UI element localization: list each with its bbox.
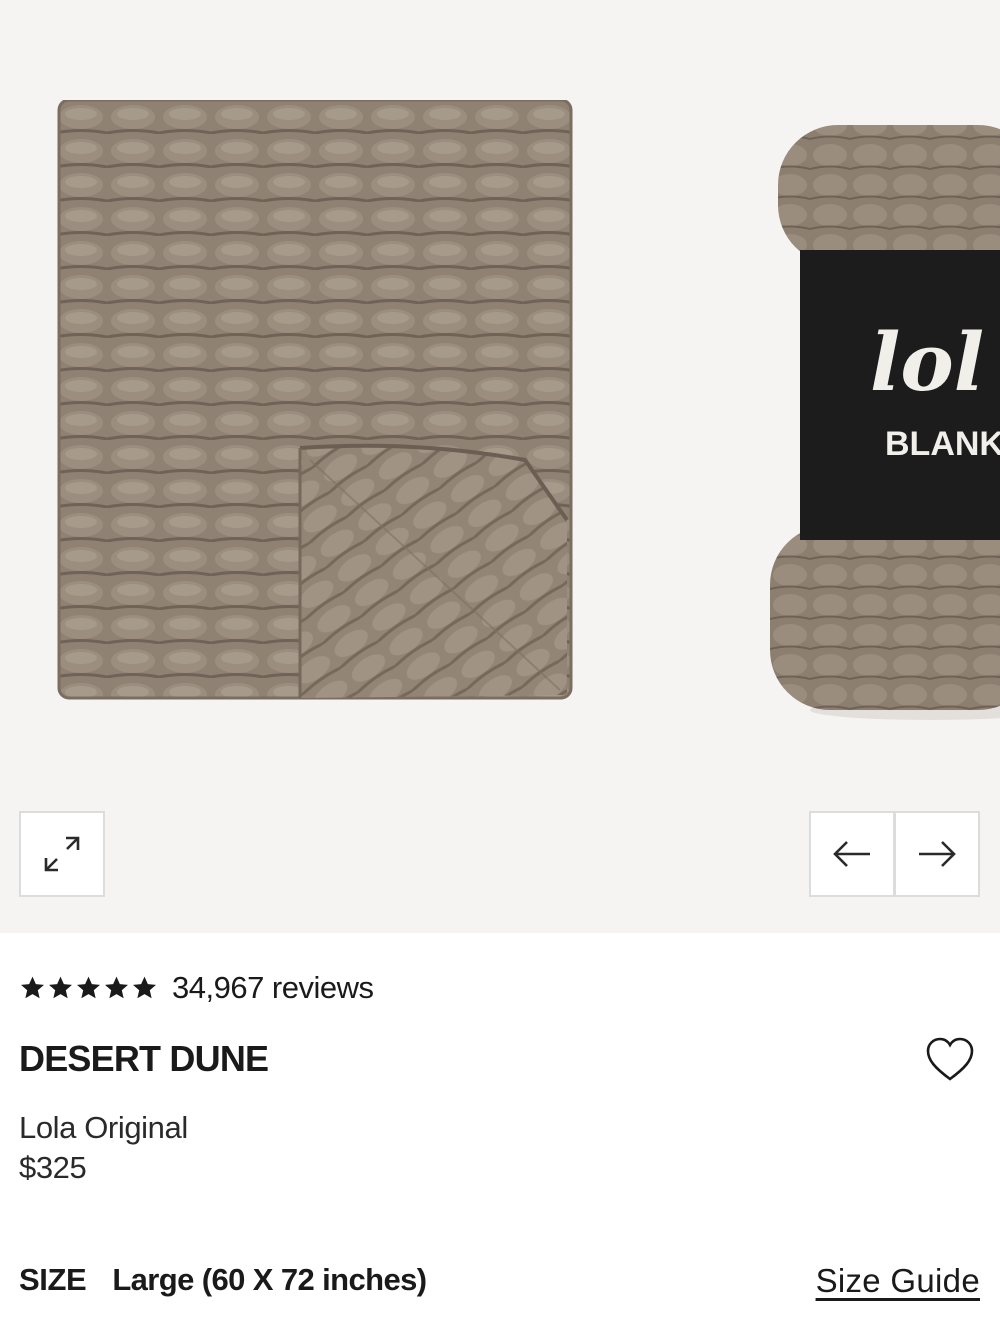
arrow-right-icon [919,841,956,867]
star-icon [105,976,128,999]
roll-brand-label: BLANK [885,425,1000,463]
expand-image-button[interactable] [19,811,105,897]
product-image-gallery[interactable]: lol BLANK [0,0,1000,933]
product-title: DESERT DUNE [19,1038,269,1079]
product-price: $325 [19,1150,87,1185]
size-selector: SIZE Large (60 X 72 inches) [19,1262,427,1298]
previous-image-button[interactable] [809,811,895,897]
reviews-count[interactable]: 34,967 reviews [172,970,374,1006]
star-rating [19,975,158,1001]
star-icon [77,976,100,999]
product-image-rolled-blanket: lol BLANK [770,125,1000,720]
expand-icon [44,836,80,872]
star-icon [21,976,44,999]
next-image-button[interactable] [894,811,980,897]
selected-size: Large (60 X 72 inches) [112,1262,427,1297]
wishlist-heart-icon[interactable] [925,1036,975,1084]
roll-brand-logo: lol [870,315,984,409]
arrow-left-icon [833,841,870,867]
product-collection: Lola Original [19,1110,188,1145]
size-guide-link[interactable]: Size Guide [816,1262,980,1300]
size-label: SIZE [19,1262,87,1297]
star-icon [49,976,72,999]
rating-reviews[interactable]: 34,967 reviews [19,968,374,1008]
product-image-flat-blanket [57,100,573,700]
star-icon [133,976,156,999]
